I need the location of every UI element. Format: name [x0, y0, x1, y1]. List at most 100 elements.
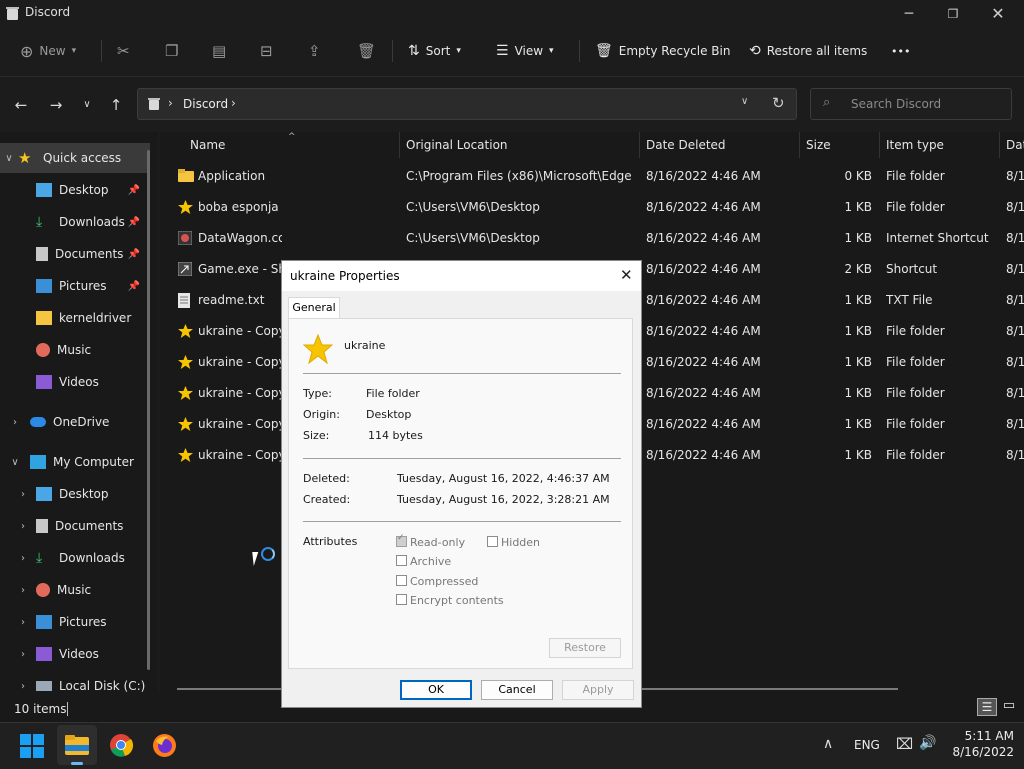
column-header-original-location[interactable]: Original Location — [400, 132, 640, 158]
share-button[interactable]: ⇪ — [308, 40, 321, 62]
back-button[interactable]: ← — [10, 94, 32, 116]
table-row[interactable]: DataWagon.com C:\Users\VM6\Desktop 8/16/20… — [160, 223, 1024, 254]
nav-downloads[interactable]: ⤓ Downloads 📌 — [36, 207, 150, 237]
nav-pc-music[interactable]: › Music — [16, 575, 150, 605]
hidden-checkbox[interactable] — [487, 536, 498, 547]
search-box[interactable]: ⌕ Search Discord — [810, 88, 1012, 120]
pin-icon[interactable]: 📌 — [128, 217, 140, 228]
recent-locations-button[interactable]: ∨ — [76, 94, 98, 116]
firefox-icon[interactable] — [152, 733, 177, 758]
clock[interactable]: 5:11 AM 8/16/2022 — [944, 728, 1014, 760]
nav-pc-documents[interactable]: › Documents — [16, 511, 150, 541]
taskbar-file-explorer[interactable] — [57, 725, 97, 765]
rename-button[interactable]: ⊟ — [260, 40, 273, 62]
drive-icon — [36, 681, 52, 691]
apply-button[interactable]: Apply — [562, 680, 634, 700]
cell-item-type: File folder — [886, 200, 945, 214]
address-dropdown-icon[interactable]: ∨ — [741, 96, 748, 107]
sort-button[interactable]: ⇅ Sort ▾ — [408, 40, 461, 62]
document-icon — [36, 247, 48, 261]
item-count: 10 items — [14, 702, 67, 716]
restore-icon: ⟲ — [749, 43, 761, 59]
ok-button[interactable]: OK — [400, 680, 472, 700]
share-icon: ⇪ — [308, 42, 321, 60]
nav-videos[interactable]: Videos — [36, 367, 150, 397]
network-icon[interactable]: ⌧ — [896, 735, 913, 753]
column-header-item-type[interactable]: Item type — [880, 132, 1000, 158]
title-bar: Discord ─ ❐ ✕ — [0, 0, 1024, 28]
restore-button[interactable]: Restore — [549, 638, 621, 658]
nav-documents[interactable]: Documents 📌 — [36, 239, 150, 269]
tab-general[interactable]: General — [288, 297, 340, 319]
divider — [303, 521, 621, 522]
cancel-button[interactable]: Cancel — [481, 680, 553, 700]
cell-name: ukraine - Copy — [198, 324, 282, 338]
restore-all-button[interactable]: ⟲ Restore all items — [749, 40, 867, 62]
column-header-name[interactable]: Name — [184, 132, 400, 158]
paste-button[interactable]: ▤ — [212, 40, 226, 62]
divider — [67, 702, 68, 716]
column-header-date-deleted[interactable]: Date Deleted — [640, 132, 800, 158]
delete-button[interactable]: 🗑 — [357, 40, 376, 62]
tiles-view-button[interactable]: ▭ — [999, 698, 1019, 716]
cell-date-deleted: 8/16/2022 4:46 AM — [646, 169, 761, 183]
pin-icon[interactable]: 📌 — [128, 249, 140, 260]
compressed-checkbox[interactable] — [396, 575, 407, 586]
forward-button[interactable]: → — [45, 94, 67, 116]
column-header-date-truncated[interactable]: Dat — [1000, 132, 1024, 158]
cell-item-type: File folder — [886, 386, 945, 400]
start-windows-icon[interactable] — [20, 734, 44, 758]
table-row[interactable]: Application C:\Program Files (x86)\Micros… — [160, 161, 1024, 192]
close-button[interactable]: ✕ — [984, 4, 1012, 24]
address-bar[interactable]: › Discord › ∨ ↻ — [137, 88, 797, 120]
minimize-button[interactable]: ─ — [895, 4, 923, 24]
empty-recycle-bin-button[interactable]: 🗑 Empty Recycle Bin — [595, 40, 730, 62]
pin-icon[interactable]: 📌 — [128, 185, 140, 196]
nav-onedrive[interactable]: › OneDrive — [8, 407, 150, 437]
pin-icon[interactable]: 📌 — [128, 281, 140, 292]
nav-pc-desktop[interactable]: › Desktop — [16, 479, 150, 509]
origin-label: Origin: — [303, 408, 340, 421]
volume-icon[interactable]: 🔊 — [919, 735, 936, 751]
nav-quick-access[interactable]: ∨ ★ Quick access — [0, 143, 150, 173]
maximize-button[interactable]: ❐ — [939, 4, 967, 24]
tiles-view-icon: ▭ — [1002, 698, 1016, 713]
new-button[interactable]: ⊕ New ▾ — [20, 40, 76, 62]
cell-name: ukraine - Copy — [198, 448, 282, 462]
copy-button[interactable]: ❐ — [165, 40, 178, 62]
chrome-icon[interactable] — [109, 733, 133, 757]
up-button[interactable]: ↑ — [105, 94, 127, 116]
nav-my-computer[interactable]: ∨ My Computer — [8, 447, 150, 477]
download-icon: ⤓ — [36, 214, 43, 230]
view-list-icon: ☰ — [496, 43, 509, 59]
cut-button[interactable]: ✂ — [117, 40, 130, 62]
input-language[interactable]: ENG — [854, 738, 880, 752]
archive-label: Archive — [410, 555, 452, 568]
encrypt-checkbox[interactable] — [396, 594, 407, 605]
view-button[interactable]: ☰ View ▾ — [496, 40, 554, 62]
refresh-icon[interactable]: ↻ — [772, 94, 785, 112]
dialog-close-icon[interactable]: ✕ — [620, 266, 633, 284]
more-options-button[interactable]: ••• — [891, 40, 910, 62]
cell-name: boba esponja — [198, 200, 279, 214]
nav-pc-pictures[interactable]: › Pictures — [16, 607, 150, 637]
cell-size: 2 KB — [844, 262, 872, 276]
nav-scrollbar[interactable] — [147, 150, 150, 670]
nav-pc-videos[interactable]: › Videos — [16, 639, 150, 669]
nav-kerneldriver[interactable]: kerneldriver — [36, 303, 150, 333]
divider — [303, 458, 621, 459]
plus-icon: ⊕ — [20, 41, 34, 61]
breadcrumb-discord[interactable]: Discord — [183, 97, 228, 111]
table-row[interactable]: boba esponja C:\Users\VM6\Desktop 8/16/202… — [160, 192, 1024, 223]
nav-pictures[interactable]: Pictures 📌 — [36, 271, 150, 301]
archive-checkbox[interactable] — [396, 555, 407, 566]
nav-music[interactable]: Music — [36, 335, 150, 365]
search-placeholder: Search Discord — [851, 97, 942, 111]
show-hidden-icons-icon[interactable]: ∧ — [823, 736, 833, 752]
nav-desktop[interactable]: Desktop 📌 — [36, 175, 150, 205]
nav-pc-downloads[interactable]: › ⤓ Downloads — [16, 543, 150, 573]
details-view-button[interactable]: ☰ — [977, 698, 997, 716]
clipboard-icon: ▤ — [212, 42, 227, 60]
cell-size: 1 KB — [844, 417, 872, 431]
column-header-size[interactable]: Size — [800, 132, 880, 158]
